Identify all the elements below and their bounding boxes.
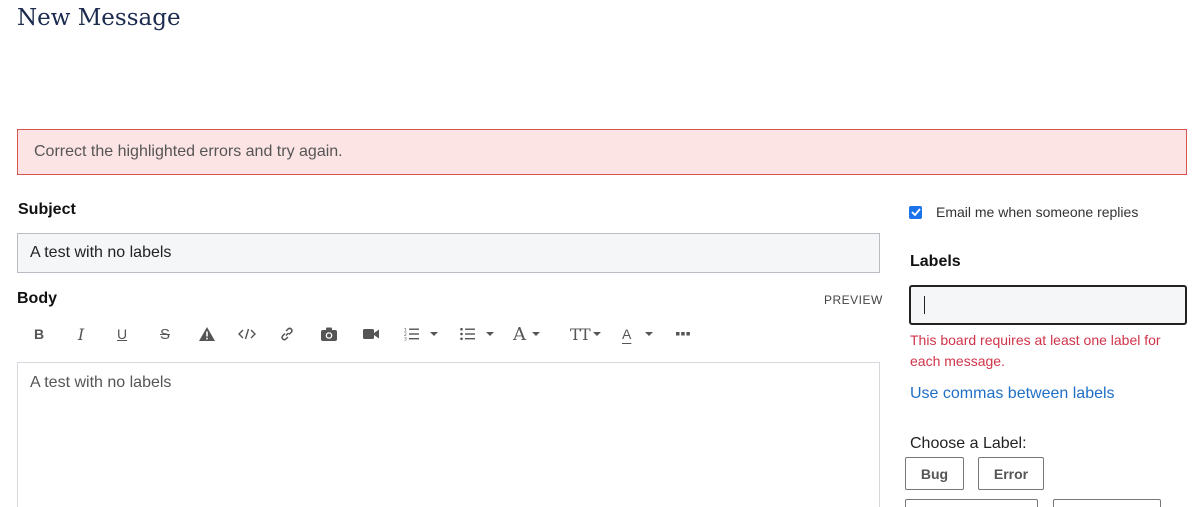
label-chip-partial[interactable] <box>905 499 1038 507</box>
chevron-down-icon <box>645 332 654 336</box>
error-banner: Correct the highlighted errors and try a… <box>17 129 1187 175</box>
text-cursor <box>924 296 925 314</box>
code-button[interactable] <box>238 320 256 348</box>
bullet-list-icon <box>460 327 475 341</box>
use-commas-link[interactable]: Use commas between labels <box>910 385 1115 403</box>
more-options-button[interactable] <box>675 320 691 348</box>
font-family-glyph: A <box>513 323 526 345</box>
text-size-button[interactable]: TT <box>570 320 601 348</box>
page-title: New Message <box>17 5 181 31</box>
video-camera-icon <box>363 329 379 339</box>
strikethrough-button[interactable]: S <box>157 320 173 348</box>
insert-video-button[interactable] <box>362 320 380 348</box>
preview-button[interactable]: PREVIEW <box>824 293 883 307</box>
body-label: Body <box>17 290 57 307</box>
chevron-down-icon <box>592 332 601 336</box>
labels-title: Labels <box>910 253 961 270</box>
label-chip-error[interactable]: Error <box>978 457 1044 490</box>
bullet-list-button[interactable] <box>460 320 500 348</box>
text-size-glyph: TT <box>570 324 591 344</box>
error-banner-text: Correct the highlighted errors and try a… <box>34 143 343 160</box>
underline-button[interactable]: U <box>114 320 130 348</box>
subject-label: Subject <box>18 201 76 218</box>
font-color-glyph: A <box>622 326 632 342</box>
spoiler-warning-button[interactable] <box>198 320 216 348</box>
code-icon <box>238 328 256 340</box>
svg-text:3: 3 <box>404 337 407 342</box>
font-color-button[interactable]: A <box>622 320 662 348</box>
more-icon <box>676 332 690 336</box>
message-body-text: A test with no labels <box>30 374 172 391</box>
labels-input[interactable] <box>909 285 1187 325</box>
numbered-list-button[interactable]: 1 2 3 <box>404 320 444 348</box>
editor-toolbar: B I U S 1 2 3 A TT A <box>17 320 717 350</box>
font-family-button[interactable]: A <box>513 320 547 348</box>
bold-button[interactable]: B <box>31 320 47 348</box>
numbered-list-icon: 1 2 3 <box>404 328 419 342</box>
insert-photo-button[interactable] <box>320 320 338 348</box>
label-chip-partial[interactable] <box>1053 499 1161 507</box>
label-chip-bug[interactable]: Bug <box>905 457 964 490</box>
chevron-down-icon <box>486 332 494 336</box>
email-notify-label: Email me when someone replies <box>936 204 1139 220</box>
warning-icon <box>199 327 215 341</box>
chevron-down-icon <box>532 332 540 336</box>
message-body-editor[interactable]: A test with no labels <box>17 362 880 507</box>
checkmark-icon <box>910 208 921 216</box>
link-button[interactable] <box>279 320 295 348</box>
choose-label-title: Choose a Label: <box>910 435 1027 452</box>
camera-icon <box>321 327 337 341</box>
italic-button[interactable]: I <box>73 320 89 348</box>
link-icon <box>281 327 293 341</box>
subject-input[interactable] <box>17 233 880 273</box>
email-notify-option[interactable]: Email me when someone replies <box>909 204 1138 220</box>
labels-error-message: This board requires at least one label f… <box>910 332 1161 369</box>
chevron-down-icon <box>430 332 438 336</box>
email-notify-checkbox[interactable] <box>909 205 922 219</box>
